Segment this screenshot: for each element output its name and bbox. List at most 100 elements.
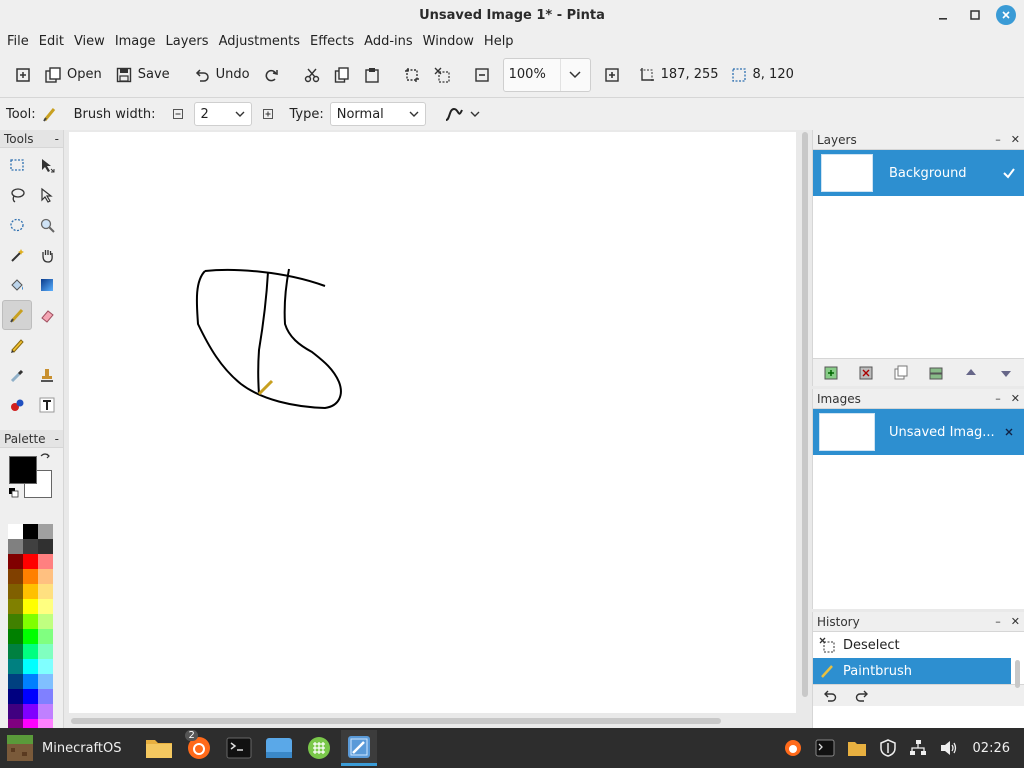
palette-swatch[interactable] bbox=[38, 569, 53, 584]
eraser-tool[interactable] bbox=[32, 300, 62, 330]
start-menu-button[interactable]: MinecraftOS bbox=[0, 734, 121, 762]
merge-layer-icon[interactable] bbox=[928, 365, 944, 381]
taskbar-firefox[interactable]: 2 bbox=[181, 730, 217, 766]
palette-swatch[interactable] bbox=[23, 539, 38, 554]
lasso-select-tool[interactable] bbox=[2, 180, 32, 210]
palette-swatch[interactable] bbox=[8, 674, 23, 689]
zoom-input[interactable] bbox=[503, 58, 560, 91]
palette-swatch[interactable] bbox=[8, 539, 23, 554]
paint-bucket-tool[interactable] bbox=[2, 270, 32, 300]
primary-color[interactable] bbox=[9, 456, 37, 484]
menu-help[interactable]: Help bbox=[481, 34, 521, 49]
palette-swatch[interactable] bbox=[38, 629, 53, 644]
cut-button[interactable] bbox=[297, 60, 327, 90]
palette-swatch[interactable] bbox=[23, 659, 38, 674]
visibility-checkbox-icon[interactable] bbox=[1002, 166, 1016, 180]
menu-effects[interactable]: Effects bbox=[307, 34, 361, 49]
palette-swatch[interactable] bbox=[23, 584, 38, 599]
brush-width-increase[interactable] bbox=[260, 106, 276, 122]
delete-layer-icon[interactable] bbox=[858, 365, 874, 381]
menu-adjustments[interactable]: Adjustments bbox=[216, 34, 307, 49]
history-panel-close[interactable]: ✕ bbox=[1011, 615, 1020, 628]
palette-swatch[interactable] bbox=[23, 704, 38, 719]
image-row[interactable]: Unsaved Imag... bbox=[813, 409, 1024, 455]
zoom-combo[interactable] bbox=[502, 57, 591, 92]
color-picker-tool[interactable] bbox=[2, 360, 32, 390]
palette-swatch[interactable] bbox=[38, 614, 53, 629]
paintbrush-tool[interactable] bbox=[2, 300, 32, 330]
terminal-tray-icon[interactable] bbox=[815, 739, 835, 757]
menu-view[interactable]: View bbox=[71, 34, 112, 49]
menu-layers[interactable]: Layers bbox=[163, 34, 216, 49]
taskbar-terminal[interactable] bbox=[221, 730, 257, 766]
palette-swatch[interactable] bbox=[23, 629, 38, 644]
move-layer-up-icon[interactable] bbox=[963, 365, 979, 381]
layer-row-background[interactable]: Background bbox=[813, 150, 1024, 196]
palette-swatch[interactable] bbox=[8, 524, 23, 539]
palette-swatch[interactable] bbox=[8, 614, 23, 629]
swap-colors-button[interactable] bbox=[40, 452, 50, 465]
redo-button[interactable] bbox=[257, 60, 287, 90]
type-combo[interactable]: Normal bbox=[329, 102, 426, 126]
menu-edit[interactable]: Edit bbox=[36, 34, 71, 49]
palette-swatch[interactable] bbox=[8, 629, 23, 644]
menu-window[interactable]: Window bbox=[420, 34, 481, 49]
palette-swatch[interactable] bbox=[38, 689, 53, 704]
open-button[interactable]: Open bbox=[38, 60, 109, 90]
magic-wand-tool[interactable] bbox=[2, 240, 32, 270]
rectangle-select-tool[interactable] bbox=[2, 150, 32, 180]
history-panel-minimize[interactable]: – bbox=[995, 615, 1001, 628]
new-button[interactable] bbox=[8, 60, 38, 90]
taskbar-network-app[interactable] bbox=[301, 730, 337, 766]
palette-swatch[interactable] bbox=[8, 659, 23, 674]
move-selection-tool[interactable] bbox=[32, 180, 62, 210]
gradient-tool[interactable] bbox=[32, 270, 62, 300]
antialiasing-toggle[interactable] bbox=[444, 106, 480, 122]
palette-swatch[interactable] bbox=[8, 644, 23, 659]
palette-swatch[interactable] bbox=[23, 614, 38, 629]
drawing-canvas[interactable] bbox=[69, 132, 796, 713]
palette-swatch[interactable] bbox=[8, 584, 23, 599]
deselect-button[interactable] bbox=[427, 60, 457, 90]
clock[interactable]: 02:26 bbox=[973, 741, 1010, 756]
network-icon[interactable] bbox=[909, 739, 927, 757]
paste-button[interactable] bbox=[357, 60, 387, 90]
palette-swatch[interactable] bbox=[8, 689, 23, 704]
pencil-tool[interactable] bbox=[2, 330, 32, 360]
palette-swatch[interactable] bbox=[38, 539, 53, 554]
layers-panel-minimize[interactable]: – bbox=[995, 133, 1001, 146]
palette-swatch[interactable] bbox=[38, 554, 53, 569]
layers-panel-close[interactable]: ✕ bbox=[1011, 133, 1020, 146]
menu-image[interactable]: Image bbox=[112, 34, 163, 49]
palette-swatch[interactable] bbox=[38, 599, 53, 614]
ellipse-select-tool[interactable] bbox=[2, 210, 32, 240]
move-layer-down-icon[interactable] bbox=[998, 365, 1014, 381]
tools-panel-minimize[interactable]: - bbox=[55, 132, 59, 146]
palette-swatch[interactable] bbox=[8, 554, 23, 569]
recolor-tool[interactable] bbox=[2, 390, 32, 420]
clone-stamp-tool[interactable] bbox=[32, 360, 62, 390]
brush-width-combo[interactable]: 2 bbox=[193, 102, 252, 126]
move-selected-tool[interactable] bbox=[32, 150, 62, 180]
copy-button[interactable] bbox=[327, 60, 357, 90]
brush-width-decrease[interactable] bbox=[170, 106, 186, 122]
minimize-button[interactable] bbox=[932, 4, 954, 26]
close-button[interactable] bbox=[996, 5, 1016, 25]
palette-swatch[interactable] bbox=[38, 524, 53, 539]
volume-icon[interactable] bbox=[939, 739, 957, 757]
palette-swatch[interactable] bbox=[38, 674, 53, 689]
history-scrollbar[interactable] bbox=[1015, 660, 1020, 688]
palette-swatch[interactable] bbox=[23, 554, 38, 569]
palette-swatch[interactable] bbox=[23, 524, 38, 539]
palette-swatch[interactable] bbox=[38, 704, 53, 719]
menu-file[interactable]: File bbox=[4, 34, 36, 49]
taskbar-workspace[interactable] bbox=[261, 730, 297, 766]
palette-swatch[interactable] bbox=[38, 644, 53, 659]
undo-button[interactable]: Undo bbox=[187, 60, 257, 90]
close-image-icon[interactable] bbox=[1004, 427, 1014, 437]
taskbar-files[interactable] bbox=[141, 730, 177, 766]
history-item-deselect[interactable]: Deselect bbox=[813, 632, 1024, 658]
palette-swatch[interactable] bbox=[23, 674, 38, 689]
zoom-in-button[interactable] bbox=[597, 60, 627, 90]
palette-swatch[interactable] bbox=[23, 644, 38, 659]
